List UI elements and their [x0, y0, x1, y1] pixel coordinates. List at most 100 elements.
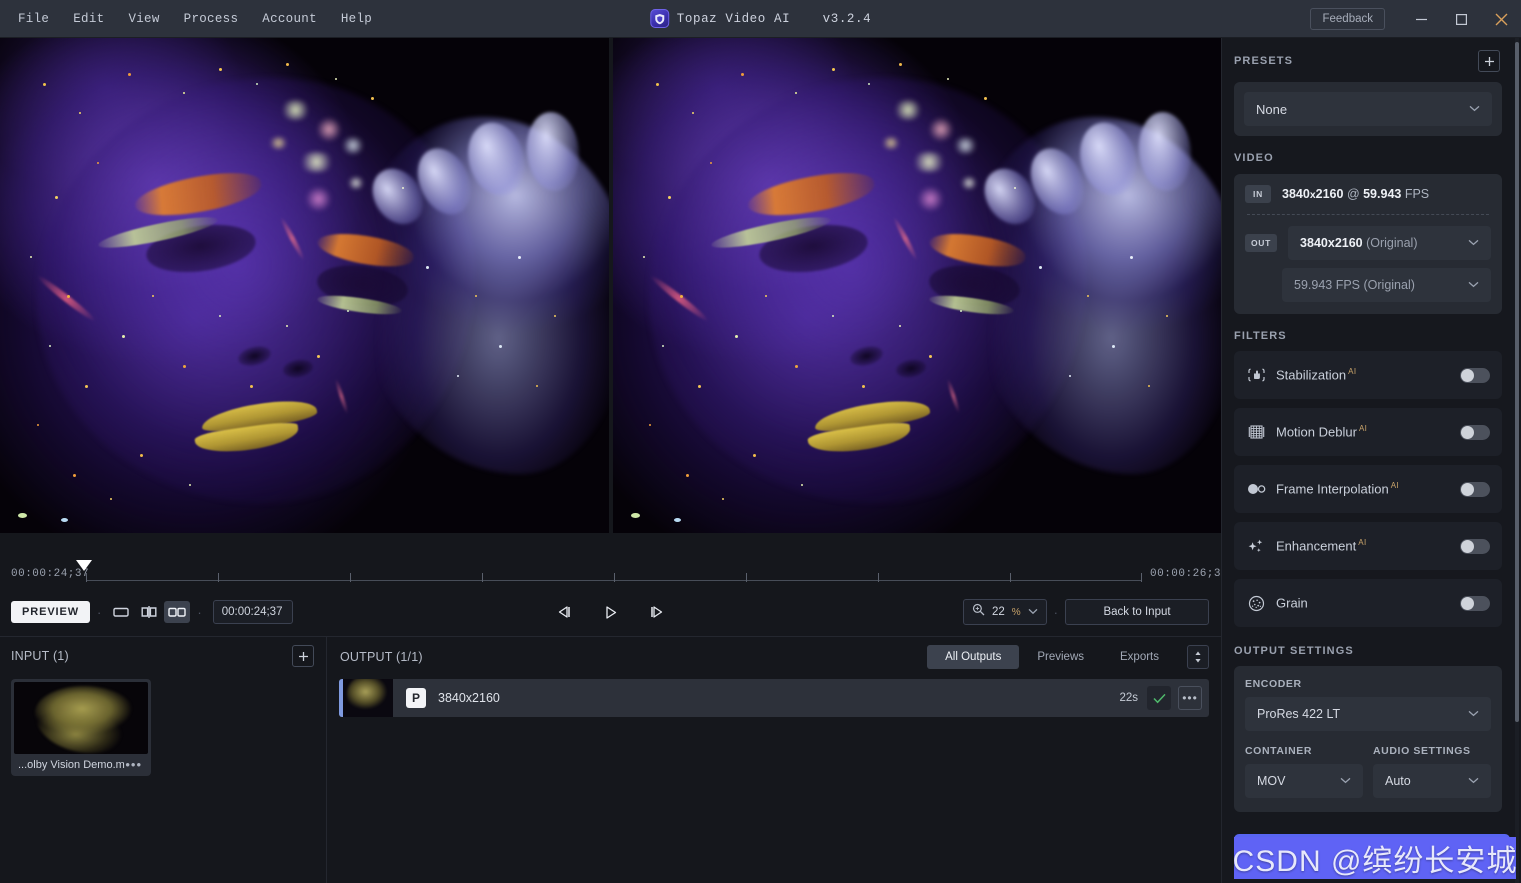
output-row-actions: 22s ••• — [1119, 686, 1209, 710]
add-input-button[interactable] — [292, 645, 314, 667]
magnifier-icon — [972, 603, 985, 621]
input-clip-thumbnail — [14, 682, 148, 754]
filters-header: FILTERS — [1222, 314, 1514, 342]
toggle-enhancement[interactable] — [1460, 539, 1490, 554]
separator-dot: · — [97, 605, 101, 620]
output-res-note: (Original) — [1363, 236, 1418, 250]
processed-preview[interactable] — [613, 38, 1221, 533]
toggle-frame-interpolation[interactable] — [1460, 482, 1490, 497]
audio-settings-select[interactable]: Auto — [1373, 764, 1491, 798]
output-fps-select[interactable]: 59.943 FPS (Original) — [1282, 268, 1491, 302]
settings-sidebar: PRESETS None VIDEO IN — [1221, 38, 1521, 883]
encoder-select[interactable]: ProRes 422 LT — [1245, 697, 1491, 731]
input-clip-filename: ...olby Vision Demo.mp4 — [18, 759, 125, 771]
filter-row-grain[interactable]: Grain — [1234, 579, 1502, 627]
ai-superscript: AI — [1391, 481, 1399, 490]
maximize-icon[interactable] — [1441, 0, 1481, 38]
menu-item-account[interactable]: Account — [250, 8, 329, 30]
export-button[interactable]: Export — [1234, 834, 1510, 872]
frame-interpolation-icon — [1246, 482, 1266, 496]
chevron-down-icon — [1028, 607, 1038, 618]
input-clip-menu-ellipsis-icon[interactable]: ••• — [125, 761, 142, 769]
container-select[interactable]: MOV — [1245, 764, 1363, 798]
toggle-stabilization[interactable] — [1460, 368, 1490, 383]
paint-speckles — [0, 38, 609, 533]
video-label: VIDEO — [1234, 152, 1274, 164]
preset-selected-value: None — [1256, 102, 1287, 117]
tab-previews[interactable]: Previews — [1019, 645, 1102, 669]
sort-arrows-icon[interactable] — [1187, 645, 1209, 669]
back-to-input-button[interactable]: Back to Input — [1065, 599, 1209, 625]
paint-speckles — [613, 38, 1221, 533]
minimize-icon[interactable] — [1401, 0, 1441, 38]
add-preset-button[interactable] — [1478, 50, 1500, 72]
filter-label-stabilization: StabilizationAI — [1276, 367, 1356, 382]
filter-label-motion-deblur: Motion DeblurAI — [1276, 424, 1367, 439]
side-by-side-icon[interactable] — [164, 601, 190, 623]
sidebar-scrollbar-thumb[interactable] — [1515, 42, 1519, 722]
ai-superscript: AI — [1348, 367, 1356, 376]
play-icon[interactable] — [598, 600, 624, 624]
view-mode-group — [108, 601, 190, 623]
preset-select[interactable]: None — [1244, 92, 1492, 126]
filter-row-motion-deblur[interactable]: Motion DeblurAI — [1234, 408, 1502, 456]
toggle-motion-deblur[interactable] — [1460, 425, 1490, 440]
sidebar-scroll-content: PRESETS None VIDEO IN — [1222, 38, 1514, 883]
step-back-icon[interactable] — [552, 600, 578, 624]
input-width: 3840 — [1282, 187, 1310, 201]
timeline-end-time: 00:00:26;37 — [1150, 568, 1228, 580]
presets-header: PRESETS — [1222, 38, 1514, 72]
presets-card: None — [1234, 82, 1502, 136]
input-panel-title: INPUT (1) — [11, 649, 69, 663]
zoom-level-control[interactable]: 22 % — [963, 599, 1047, 625]
split-pane-icon[interactable] — [136, 601, 162, 623]
output-width: 3840 — [1300, 236, 1328, 250]
input-at: @ — [1343, 187, 1363, 201]
filter-label-frame-interpolation: Frame InterpolationAI — [1276, 481, 1399, 496]
feedback-button[interactable]: Feedback — [1310, 8, 1385, 30]
table-row[interactable]: P 3840x2160 22s ••• — [339, 679, 1209, 717]
encoder-value: ProRes 422 LT — [1257, 707, 1340, 721]
filter-row-stabilization[interactable]: StabilizationAI — [1234, 351, 1502, 399]
tab-all-outputs[interactable]: All Outputs — [927, 645, 1019, 669]
output-fps-value: 59.943 FPS (Original) — [1294, 278, 1415, 292]
filter-row-frame-interpolation[interactable]: Frame InterpolationAI — [1234, 465, 1502, 513]
input-panel-header: INPUT (1) — [0, 637, 326, 673]
output-row-menu-ellipsis-icon[interactable]: ••• — [1178, 686, 1202, 710]
menu-item-view[interactable]: View — [116, 8, 171, 30]
input-height: 2160 — [1316, 187, 1344, 201]
original-preview[interactable] — [0, 38, 609, 533]
video-header: VIDEO — [1222, 136, 1514, 164]
menu-item-help[interactable]: Help — [329, 8, 384, 30]
playhead-marker-icon[interactable] — [76, 560, 92, 571]
zoom-unit: % — [1012, 607, 1021, 618]
preview-button[interactable]: PREVIEW — [11, 601, 90, 623]
output-resolution-text: 3840x2160 (Original) — [1300, 236, 1417, 250]
grain-icon — [1246, 595, 1266, 612]
audio-column: AUDIO SETTINGS Auto — [1373, 745, 1491, 798]
output-panel: OUTPUT (1/1) All Outputs Previews Export… — [327, 636, 1221, 883]
current-time-field[interactable]: 00:00:24;37 — [213, 600, 293, 624]
check-icon[interactable] — [1147, 686, 1171, 710]
input-clip-card[interactable]: ...olby Vision Demo.mp4 ••• — [11, 679, 151, 776]
video-preview-area[interactable] — [0, 38, 1221, 533]
menu-item-file[interactable]: File — [6, 8, 61, 30]
step-forward-icon[interactable] — [644, 600, 670, 624]
filter-label-enhancement: EnhancementAI — [1276, 538, 1367, 553]
playback-buttons — [552, 600, 670, 624]
timeline-ruler[interactable]: 00:00:24;37 00:00:26;37 — [0, 533, 1221, 589]
close-icon[interactable] — [1481, 0, 1521, 38]
app-title-group: Topaz Video AI v3.2.4 — [650, 9, 871, 28]
zoom-value: 22 — [992, 606, 1005, 618]
app-version: v3.2.4 — [823, 12, 872, 26]
toggle-grain[interactable] — [1460, 596, 1490, 611]
menu-item-edit[interactable]: Edit — [61, 8, 116, 30]
single-pane-icon[interactable] — [108, 601, 134, 623]
input-fps-value: 59.943 — [1363, 187, 1401, 201]
tab-exports[interactable]: Exports — [1102, 645, 1177, 669]
separator-dot-2: · — [197, 605, 201, 620]
ai-superscript: AI — [1358, 538, 1366, 547]
menu-item-process[interactable]: Process — [172, 8, 251, 30]
output-resolution-select[interactable]: 3840x2160 (Original) — [1288, 226, 1491, 260]
filter-row-enhancement[interactable]: EnhancementAI — [1234, 522, 1502, 570]
